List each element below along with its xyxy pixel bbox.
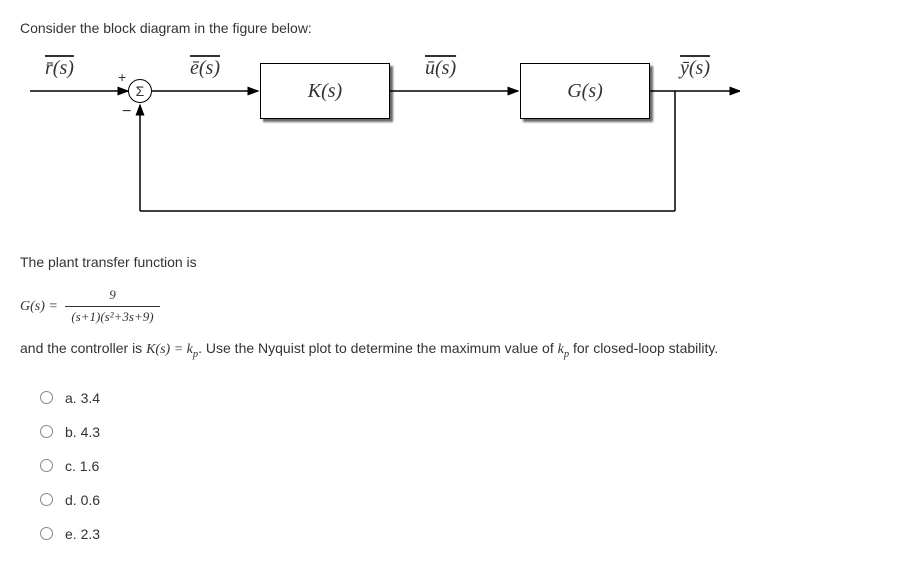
option-c[interactable]: c. 1.6 [40,458,890,474]
option-label: b. 4.3 [65,424,100,440]
plant-block: G(s) [520,63,650,119]
option-label: a. 3.4 [65,390,100,406]
option-b[interactable]: b. 4.3 [40,424,890,440]
radio-icon [40,391,53,404]
summing-junction: Σ [128,79,152,103]
signal-e: ē(s) [190,57,220,80]
ctrl-text-1: and the controller is [20,340,146,356]
block-diagram: r̄(s) ē(s) ū(s) ȳ(s) Σ + − K(s) G(s) [20,51,740,231]
intro-text: Consider the block diagram in the figure… [20,20,890,36]
signal-u: ū(s) [425,57,456,80]
sum-plus-sign: + [118,69,126,85]
radio-icon [40,493,53,506]
gs-equation: G(s) = 9 (s+1)(s²+3s+9) [20,285,890,328]
radio-icon [40,527,53,540]
ctrl-text-2: . Use the Nyquist plot to determine the … [198,340,558,356]
plant-intro: The plant transfer function is [20,251,890,273]
options-group: a. 3.4 b. 4.3 c. 1.6 d. 0.6 e. 2.3 [40,390,890,542]
question-line: and the controller is K(s) = kp. Use the… [20,340,890,360]
signal-r: r̄(s) [45,57,74,80]
signal-y: ȳ(s) [680,57,710,80]
option-label: e. 2.3 [65,526,100,542]
option-e[interactable]: e. 2.3 [40,526,890,542]
controller-block: K(s) [260,63,390,119]
fraction-denominator: (s+1)(s²+3s+9) [65,307,159,328]
option-label: d. 0.6 [65,492,100,508]
gs-lhs: G(s) = [20,299,61,314]
option-label: c. 1.6 [65,458,99,474]
sum-minus-sign: − [122,103,131,121]
radio-icon [40,459,53,472]
option-d[interactable]: d. 0.6 [40,492,890,508]
radio-icon [40,425,53,438]
gs-fraction: 9 (s+1)(s²+3s+9) [65,285,159,328]
ctrl-eq: K(s) = k [146,342,193,357]
fraction-numerator: 9 [65,285,159,307]
option-a[interactable]: a. 3.4 [40,390,890,406]
ctrl-text-3: for closed-loop stability. [569,340,718,356]
